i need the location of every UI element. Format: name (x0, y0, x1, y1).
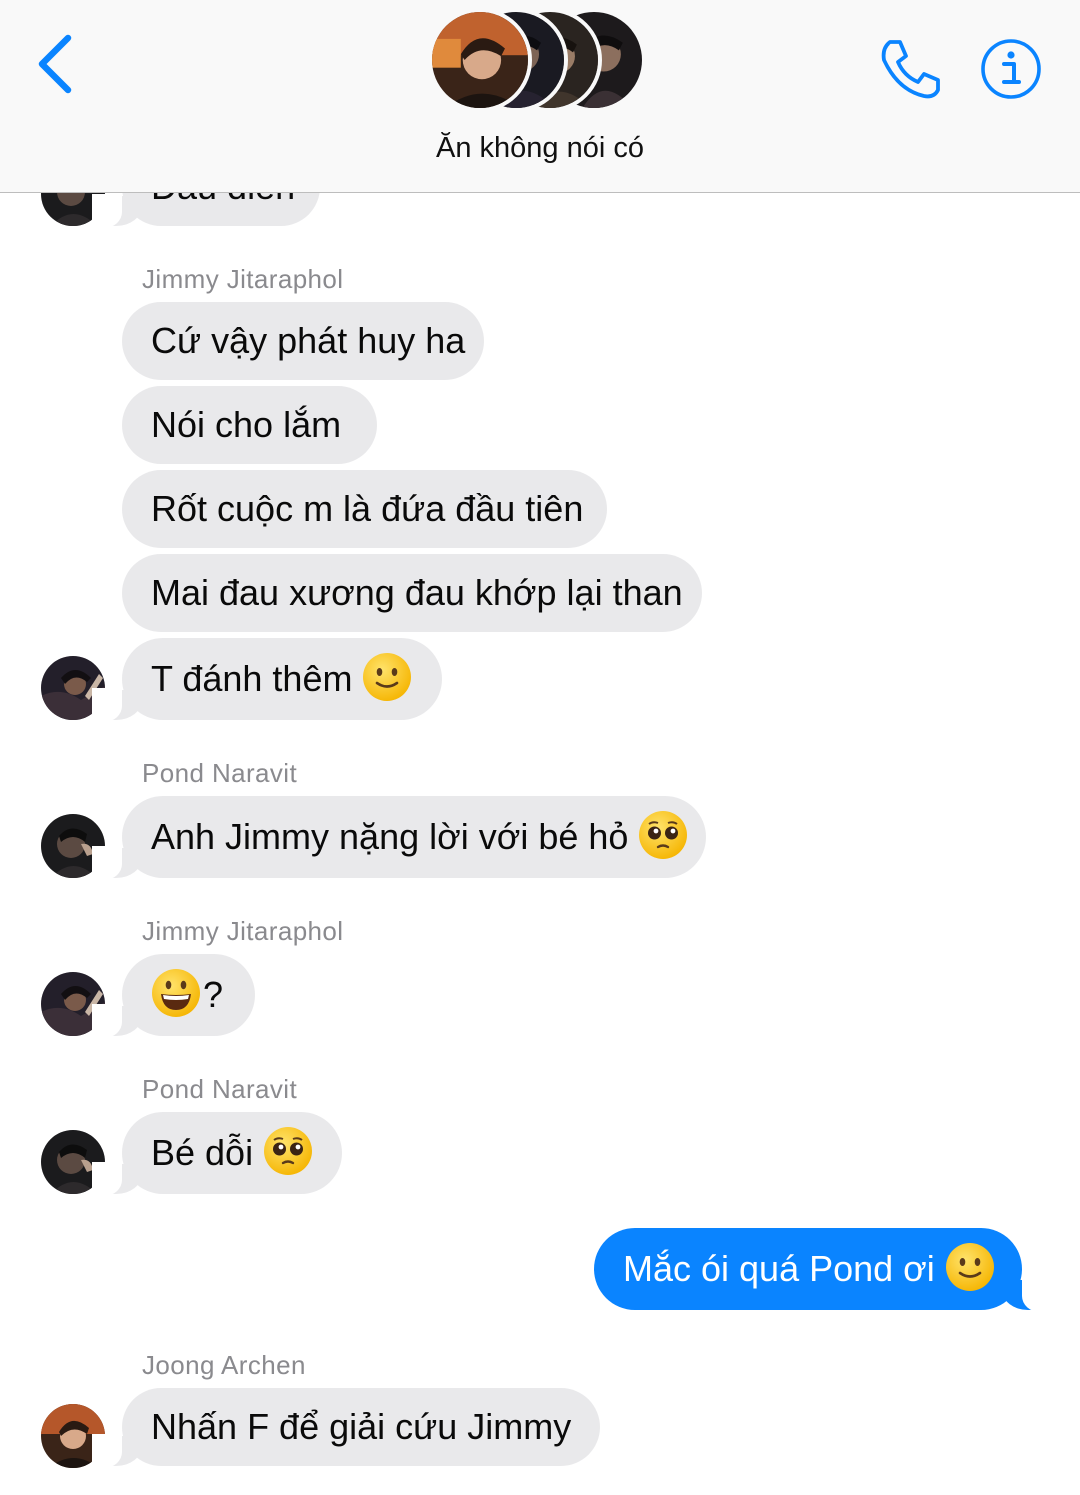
sender-name: Jimmy Jitaraphol (142, 916, 344, 946)
call-button[interactable] (876, 36, 942, 102)
message-list[interactable]: Đau diếh Jimmy Jitaraphol Cứ vậy phát hu… (0, 0, 1080, 1495)
sender-name: Joong Archen (142, 1350, 306, 1380)
message-bubble[interactable]: Bé dỗi (92, 1112, 342, 1196)
message-bubble[interactable]: ? (92, 954, 255, 1038)
phone-icon (881, 40, 940, 99)
message-bubble[interactable]: Mai đau xương đau khớp lại than (122, 554, 702, 632)
message-bubble[interactable]: Nhấn F để giải cứu Jimmy (92, 1388, 600, 1468)
slightly-smiling-face-icon (945, 1242, 995, 1292)
message-bubble[interactable]: Rốt cuộc m là đứa đầu tiên (122, 470, 607, 548)
message-bubble[interactable]: Anh Jimmy nặng lời với bé hỏ (92, 796, 706, 880)
info-button[interactable] (980, 38, 1042, 100)
message-text: Mai đau xương đau khớp lại than (151, 572, 683, 613)
back-button[interactable] (30, 30, 80, 100)
outgoing-message-bubble[interactable]: Mắc ói quá Pond ơi (594, 1228, 1052, 1312)
message-bubble[interactable]: T đánh thêm (92, 638, 442, 722)
slightly-smiling-face-icon (362, 652, 412, 702)
message-bubble[interactable]: Nói cho lắm (122, 386, 377, 464)
group-avatar (428, 8, 532, 112)
message-text: Cứ vậy phát huy ha (151, 320, 466, 361)
message-bubble[interactable]: Cứ vậy phát huy ha (122, 302, 484, 380)
message-text: Nhấn F để giải cứu Jimmy (151, 1406, 572, 1447)
group-title[interactable]: Ăn không nói có (0, 132, 1080, 165)
pleading-face-icon (638, 810, 688, 860)
sender-name: Pond Naravit (142, 1074, 298, 1104)
sender-name: Jimmy Jitaraphol (142, 264, 344, 294)
sender-name: Pond Naravit (142, 758, 298, 788)
grinning-face-icon (151, 968, 201, 1018)
chat-screen: Đau diếh Jimmy Jitaraphol Cứ vậy phát hu… (0, 0, 1080, 1495)
chat-header: Ăn không nói có (0, 0, 1080, 193)
message-text: Mắc ói quá Pond ơi (623, 1248, 935, 1289)
info-icon (981, 39, 1041, 99)
message-text: Bé dỗi (151, 1132, 254, 1173)
message-text: ? (203, 974, 224, 1015)
message-text: Rốt cuộc m là đứa đầu tiên (151, 488, 584, 529)
message-text: Nói cho lắm (151, 404, 342, 445)
chevron-left-icon (38, 34, 72, 94)
message-text: Anh Jimmy nặng lời với bé hỏ (151, 816, 629, 857)
message-text: T đánh thêm (151, 658, 353, 699)
pleading-face-icon (263, 1126, 313, 1176)
group-avatar-stack[interactable] (424, 4, 660, 116)
